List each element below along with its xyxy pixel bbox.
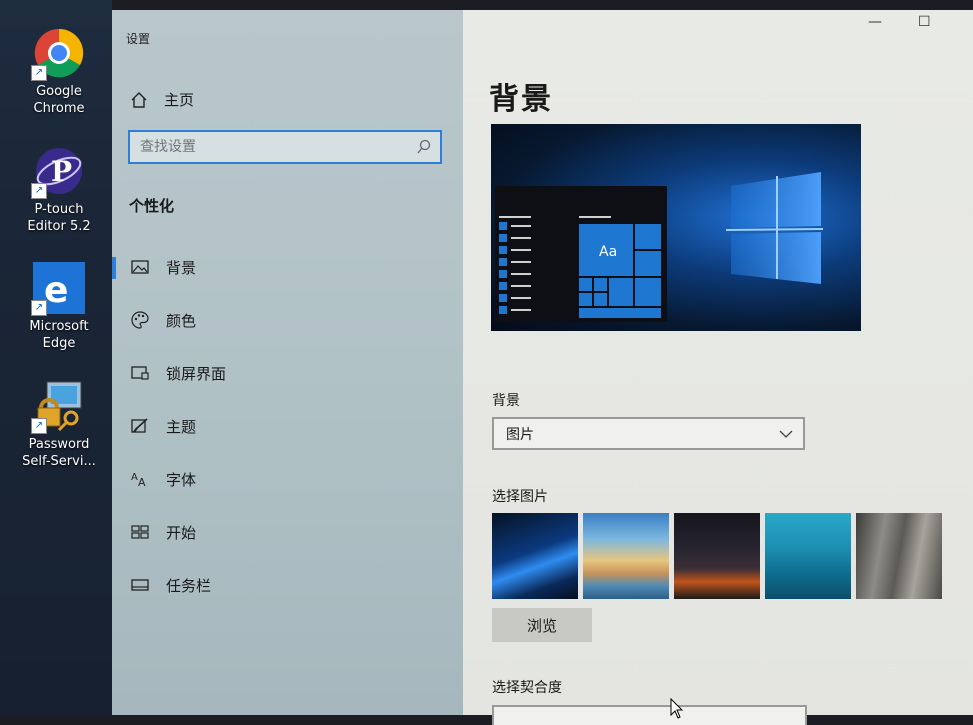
chrome-icon: ↗ — [31, 27, 85, 81]
background-preview: Aa — [491, 124, 861, 331]
desktop-icon-label: Password Self-Servi... — [22, 437, 96, 469]
home-label: 主页 — [164, 91, 195, 109]
sidebar-item-label: 颜色 — [166, 311, 197, 330]
home-icon — [131, 91, 147, 108]
sidebar-item-label: 任务栏 — [166, 576, 212, 595]
desktop-icon-label: Microsoft Edge — [29, 319, 89, 351]
svg-text:e: e — [44, 270, 68, 311]
minimize-button[interactable]: — — [868, 14, 882, 30]
desktop-icon-label: P-touch Editor 5.2 — [27, 202, 91, 234]
start-tiles-icon — [130, 525, 150, 539]
chevron-down-icon — [779, 430, 793, 438]
picture-thumbnails — [492, 513, 942, 599]
svg-text:P: P — [51, 155, 72, 188]
section-title: 个性化 — [129, 197, 175, 215]
picture-icon — [130, 260, 150, 274]
thumbnail-beach-rock[interactable] — [583, 513, 669, 599]
window-title: 设置 — [126, 32, 151, 46]
browse-button[interactable]: 浏览 — [492, 608, 592, 642]
desktop-area: ↗ Google Chrome P ↗ P-touch Editor 5.2 e… — [0, 0, 112, 715]
sidebar-item-label: 锁屏界面 — [166, 364, 227, 383]
choose-picture-label: 选择图片 — [492, 489, 548, 505]
sidebar-item-fonts[interactable]: AA 字体 — [112, 459, 463, 499]
search-icon[interactable] — [416, 139, 432, 155]
sidebar-item-label: 开始 — [166, 523, 197, 542]
sidebar-home[interactable]: 主页 — [130, 89, 194, 110]
preview-tile-text: Aa — [599, 244, 618, 260]
search-box[interactable] — [128, 130, 442, 164]
desktop-icon-label: Google Chrome — [33, 84, 85, 116]
svg-text:A: A — [138, 476, 146, 487]
desktop-icon-ptouch[interactable]: P ↗ P-touch Editor 5.2 — [12, 145, 106, 235]
sidebar-item-themes[interactable]: 主题 — [112, 406, 463, 446]
password-lock-icon: ↗ — [31, 380, 85, 434]
sidebar-item-lock-screen[interactable]: 锁屏界面 — [112, 353, 463, 393]
theme-brush-icon — [130, 417, 150, 435]
sidebar-item-start[interactable]: 开始 — [112, 512, 463, 552]
thumbnail-night-sky[interactable] — [674, 513, 760, 599]
sidebar-item-label: 字体 — [166, 470, 197, 489]
mouse-cursor-icon — [670, 698, 684, 719]
thumbnail-underwater-diver[interactable] — [765, 513, 851, 599]
background-label: 背景 — [492, 393, 520, 409]
dropdown-value: 图片 — [506, 426, 534, 443]
font-icon: AA — [130, 471, 150, 487]
thumbnail-windows-blue[interactable] — [492, 513, 578, 599]
sidebar-item-background[interactable]: 背景 — [112, 247, 463, 287]
search-input[interactable] — [130, 132, 420, 162]
fit-label: 选择契合度 — [492, 680, 562, 696]
page-title: 背景 — [489, 82, 553, 117]
desktop-icon-edge[interactable]: e ↗ Microsoft Edge — [12, 262, 106, 352]
sidebar-item-taskbar[interactable]: 任务栏 — [112, 565, 463, 605]
maximize-button[interactable]: ☐ — [918, 14, 931, 30]
preview-start-menu: Aa — [495, 186, 667, 322]
desktop-icon-password[interactable]: ↗ Password Self-Servi... — [12, 380, 106, 470]
palette-icon — [130, 311, 150, 329]
ptouch-icon: P ↗ — [31, 145, 85, 199]
taskbar-icon — [130, 579, 150, 591]
background-type-dropdown[interactable]: 图片 — [492, 417, 805, 450]
settings-sidebar: 设置 主页 个性化 背景 颜色 锁屏界面 主题 — [112, 10, 463, 715]
sidebar-item-colors[interactable]: 颜色 — [112, 300, 463, 340]
thumbnail-rock-cliff[interactable] — [856, 513, 942, 599]
settings-main: — ☐ 背景 Aa 背景 图片 选择图片 浏览 选择契合度 — [463, 10, 973, 725]
fit-dropdown[interactable] — [492, 705, 807, 725]
lock-screen-icon — [130, 365, 150, 381]
svg-text:A: A — [131, 472, 138, 483]
desktop-icon-chrome[interactable]: ↗ Google Chrome — [12, 27, 106, 117]
sidebar-item-label: 背景 — [166, 258, 197, 277]
sidebar-item-label: 主题 — [166, 417, 197, 436]
edge-icon: e ↗ — [31, 262, 85, 316]
